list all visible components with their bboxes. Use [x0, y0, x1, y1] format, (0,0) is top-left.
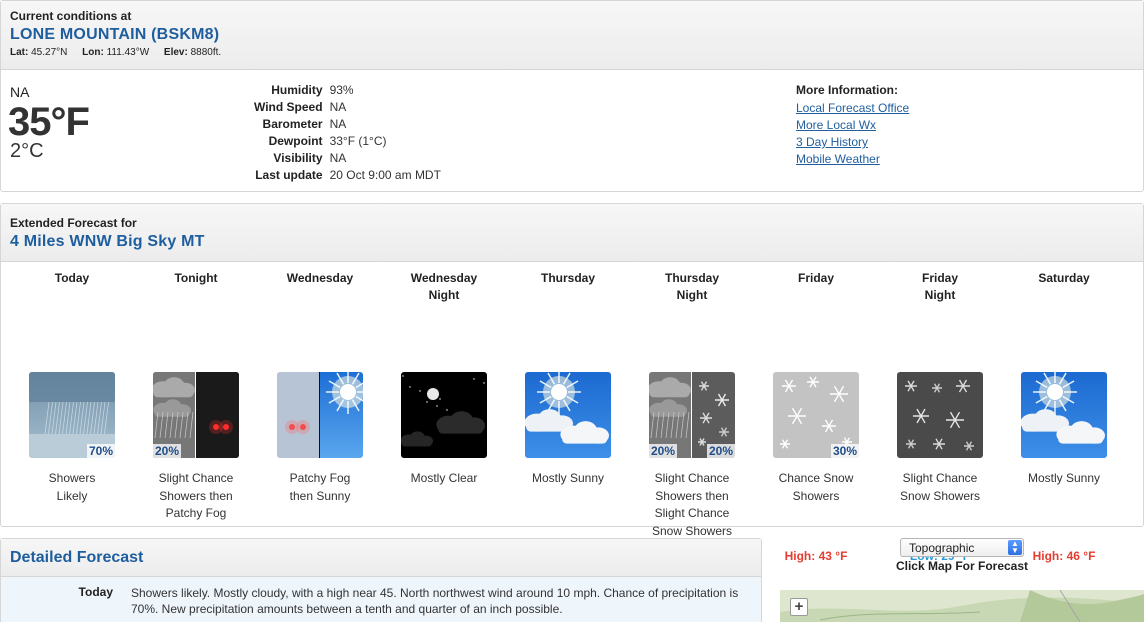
snow-showers-icon: 30%	[773, 372, 859, 458]
period-short-forecast: Mostly Clear	[410, 471, 478, 485]
period-short-forecast: Slight Chance Snow Showers	[899, 471, 981, 503]
period-short-forecast: Slight Chance Showers then Slight Chance Sn…	[651, 471, 733, 538]
period-high-temp: High: 43 °F	[784, 549, 848, 563]
mostly-clear-night-icon-drawing	[401, 372, 487, 458]
precip-chance-badge: 20%	[153, 444, 182, 458]
showers-then-snow-icon: 20% 20%	[649, 372, 735, 458]
period-short-forecast: Slight Chance Showers then Patchy Fog	[158, 471, 234, 520]
detail-row: Last update 20 Oct 9:00 am MDT	[255, 168, 441, 182]
extended-forecast-label: Extended Forecast for	[10, 216, 137, 230]
detail-row: Wind Speed NA	[254, 100, 347, 114]
precip-chance-badge: 20%	[649, 444, 678, 458]
mostly-sunny-icon-drawing	[1021, 372, 1107, 458]
showers-icon: 70%	[29, 372, 115, 458]
mobile-weather-link[interactable]: Mobile Weather	[796, 151, 909, 168]
forecast-location: 4 Miles WNW Big Sky MT	[10, 233, 205, 250]
period-short-forecast: Showers Likely	[48, 471, 96, 503]
fog-then-sunny-icon-drawing	[277, 372, 363, 458]
map-type-select[interactable]: Topographic ▲ ▼	[900, 538, 1024, 557]
current-details: Humidity 93% Wind Speed NA Barometer NA Dew…	[251, 82, 444, 184]
mostly-clear-night-icon	[401, 372, 487, 458]
detailed-forecast-title: Detailed Forecast	[10, 549, 144, 566]
period-name: Thursday	[540, 271, 595, 285]
local-forecast-office-link[interactable]: Local Forecast Office	[796, 100, 909, 117]
detailed-period-label: Today	[78, 585, 113, 599]
period-name: Tonight	[174, 271, 218, 285]
more-information: More Information: Local Forecast Office …	[796, 83, 909, 168]
period-name: Wednesday Night	[410, 271, 478, 302]
period-name: Today	[54, 271, 90, 285]
period-name: Friday Night	[921, 271, 958, 302]
detail-row: Visibility NA	[273, 151, 347, 165]
current-conditions-body: NA 35°F 2°C Humidity 93% Wind Speed NA Bar…	[1, 70, 1143, 192]
current-temp-c: 2°C	[10, 140, 44, 162]
extended-forecast-header: Extended Forecast for 4 Miles WNW Big Sk…	[1, 204, 1143, 262]
precip-chance-badge: 30%	[830, 444, 859, 458]
mostly-sunny-icon	[1021, 372, 1107, 458]
period-short-forecast: Mostly Sunny	[531, 471, 605, 485]
more-local-wx-link[interactable]: More Local Wx	[796, 117, 909, 134]
more-information-title: More Information:	[796, 83, 898, 97]
extended-forecast-panel: Extended Forecast for 4 Miles WNW Big Sk…	[0, 203, 1144, 563]
snow-showers-night-icon-drawing	[897, 372, 983, 458]
map-type-value: Topographic	[909, 541, 975, 555]
3-day-history-link[interactable]: 3 Day History	[796, 134, 909, 151]
period-short-forecast: Mostly Sunny	[1027, 471, 1101, 485]
current-conditions-panel: Current conditions at LONE MOUNTAIN (BSK…	[0, 0, 1144, 192]
mostly-sunny-icon	[525, 372, 611, 458]
station-coordinates: Lat: 45.27°N Lon: 111.43°W Elev: 8880ft.	[10, 47, 222, 58]
map-caption: Click Map For Forecast	[895, 559, 1029, 573]
period-short-forecast: Patchy Fog then Sunny	[289, 471, 351, 503]
period-name: Wednesday	[286, 271, 354, 285]
precip-chance-badge: 20%	[706, 444, 735, 458]
detailed-forecast-panel: Detailed Forecast Today Showers likely. …	[0, 538, 762, 622]
forecast-map[interactable]: +	[780, 590, 1144, 622]
period-name: Friday	[797, 271, 834, 285]
elevation: 8880ft.	[190, 47, 222, 58]
forecast-periods: Today 70%ShowersLikelyHigh: 45 °FTonight…	[1, 262, 1143, 563]
current-condition: NA	[10, 84, 30, 100]
period-name: Saturday	[1038, 271, 1090, 285]
select-arrows-icon: ▲ ▼	[1008, 540, 1022, 555]
fog-then-sunny-icon	[277, 372, 363, 458]
mostly-sunny-icon-drawing	[525, 372, 611, 458]
map-zoom-in-button[interactable]: +	[790, 598, 808, 616]
current-temp-f: 35°F	[8, 100, 90, 144]
map-terrain	[780, 590, 1144, 622]
period-name: Thursday Night	[664, 271, 719, 302]
precip-chance-badge: 70%	[86, 444, 115, 458]
longitude: 111.43°W	[106, 47, 150, 58]
detailed-forecast-row: Today Showers likely. Mostly cloudy, wit…	[1, 577, 761, 622]
current-conditions-header: Current conditions at LONE MOUNTAIN (BSK…	[1, 1, 1143, 70]
snow-showers-night-icon	[897, 372, 983, 458]
latitude: 45.27°N	[31, 47, 68, 58]
showers-then-fog-icon: 20%	[153, 372, 239, 458]
period-short-forecast: Chance Snow Showers	[778, 471, 854, 503]
current-conditions-label: Current conditions at	[10, 9, 132, 23]
detail-row: Barometer NA	[262, 117, 347, 131]
station-name: LONE MOUNTAIN (BSKM8)	[10, 26, 220, 43]
detail-row: Humidity 93%	[271, 83, 354, 97]
current-details-table: Humidity 93% Wind Speed NA Barometer NA Dew…	[251, 82, 444, 184]
detail-row: Dewpoint 33°F (1°C)	[268, 134, 387, 148]
detailed-forecast-header: Detailed Forecast	[1, 539, 761, 577]
detailed-period-text: Showers likely. Mostly cloudy, with a hi…	[131, 586, 739, 616]
